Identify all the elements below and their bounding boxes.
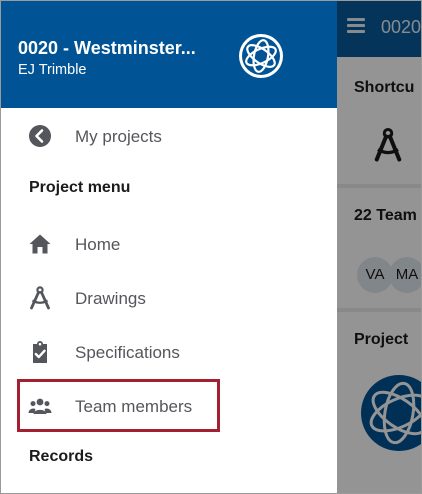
nav-label-drawings: Drawings (75, 289, 146, 308)
records-header: Records (29, 448, 94, 465)
background-app: 0020 Shortcu 22 Team VA MA Project (337, 1, 421, 493)
project-title[interactable]: 0020 - Westminster... (18, 38, 196, 59)
drawer-header: 0020 - Westminster... EJ Trimble (1, 1, 337, 108)
project-menu-header: Project menu (29, 179, 131, 196)
nav-item-my-projects[interactable]: My projects (1, 113, 337, 159)
nav-label-home: Home (75, 235, 121, 254)
nav-label-my-projects: My projects (75, 127, 162, 146)
home-icon (29, 234, 51, 254)
globe-logo-icon (239, 34, 283, 78)
drafting-compass-icon (30, 286, 50, 310)
nav-item-home[interactable]: Home (1, 221, 337, 267)
user-name: EJ Trimble (18, 62, 87, 78)
app-window: 0020 Shortcu 22 Team VA MA Project 0020 … (0, 0, 422, 494)
chevron-left-circle-icon (29, 125, 51, 147)
nav-item-drawings[interactable]: Drawings (1, 275, 337, 321)
nav-label-specifications: Specifications (75, 343, 180, 362)
navigation-drawer: 0020 - Westminster... EJ Trimble My proj… (1, 1, 337, 493)
clipboard-check-icon (33, 341, 47, 363)
highlight-box (17, 379, 220, 432)
nav-item-specifications[interactable]: Specifications (1, 329, 337, 375)
overlay-scrim[interactable] (337, 1, 421, 493)
